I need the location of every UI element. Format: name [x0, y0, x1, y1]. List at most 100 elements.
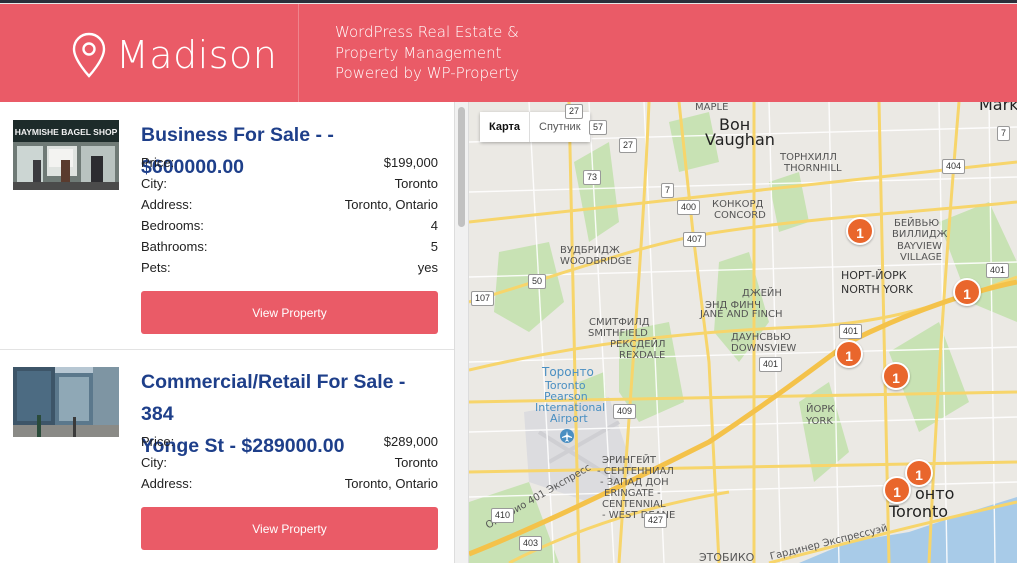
field-label: Pets:: [141, 260, 171, 275]
field-label: Price:: [141, 155, 175, 170]
map-label: ВУДБРИДЖ: [560, 245, 620, 256]
field-city: City: Toronto: [141, 452, 438, 473]
highway-shield: 107: [471, 291, 495, 306]
logo-text: Madison: [116, 33, 278, 77]
property-marker[interactable]: 1: [846, 217, 874, 245]
map-label: ЙОРК: [806, 404, 835, 415]
field-value: $289,000: [383, 434, 438, 449]
field-bedrooms: Bedrooms: 4: [141, 215, 438, 236]
field-price: Price: $289,000: [141, 431, 438, 452]
property-marker[interactable]: 1: [883, 476, 911, 504]
map-label: Vaughan: [705, 130, 775, 149]
highway-shield: 401: [759, 357, 783, 372]
field-pets: Pets: yes: [141, 257, 438, 278]
map-label: Toronto: [889, 502, 949, 521]
field-value: Toronto: [394, 176, 438, 191]
map-view[interactable]: Карта Спутник MAPLE Вон Vaughan Markham …: [469, 102, 1017, 563]
listing-divider: [0, 349, 454, 350]
map-label: ДЖЕЙН: [742, 288, 782, 299]
highway-shield: 403: [519, 536, 543, 551]
map-pin-icon: [72, 32, 106, 78]
field-value: 5: [430, 239, 438, 254]
highway-shield: 57: [589, 120, 608, 135]
view-property-button[interactable]: View Property: [141, 291, 438, 334]
map-label: SMITHFIELD: [588, 328, 648, 339]
property-marker[interactable]: 1: [835, 340, 863, 368]
map-label: - СЕНТЕННИАЛ: [597, 466, 674, 477]
view-property-button[interactable]: View Property: [141, 507, 438, 550]
map-label: THORNHILL: [784, 163, 842, 174]
map-label: СМИТФИЛД: [589, 317, 650, 328]
highway-shield: 427: [644, 513, 668, 528]
field-value: Toronto: [394, 455, 438, 470]
scrollbar-thumb[interactable]: [458, 107, 465, 227]
map-label: ТОРНХИЛЛ: [780, 152, 837, 163]
map-label: NORTH YORK: [841, 283, 913, 296]
map-label: CENTENNIAL: [602, 499, 666, 510]
map-label: WOODBRIDGE: [560, 256, 632, 267]
field-address: Address: Toronto, Ontario: [141, 194, 438, 215]
map-label: MAPLE: [695, 102, 729, 113]
field-label: City:: [141, 176, 167, 191]
map-label: НОРТ-ЙОРК: [841, 269, 907, 282]
header-divider: [298, 4, 299, 102]
field-label: Price:: [141, 434, 175, 449]
map-label: Airport: [550, 412, 588, 425]
map-label: Торонто: [542, 365, 594, 379]
field-label: Address:: [141, 476, 193, 491]
field-label: City:: [141, 455, 167, 470]
map-label: REXDALE: [619, 350, 666, 361]
map-label: YORK: [806, 416, 833, 427]
field-city: City: Toronto: [141, 173, 438, 194]
listing-photo[interactable]: HAYMISHE BAGEL SHOP: [13, 120, 119, 190]
map-label: ВИЛЛИДЖ: [892, 229, 948, 240]
field-value: 4: [430, 218, 438, 233]
map-label: ДАУНСВЬЮ: [731, 332, 791, 343]
map-label: JANE AND FINCH: [700, 309, 783, 320]
field-value: Toronto, Ontario: [344, 476, 438, 491]
field-bathrooms: Bathrooms: 5: [141, 236, 438, 257]
highway-shield: 27: [619, 138, 638, 153]
listings-panel: HAYMISHE BAGEL SHOP Business For Sale - …: [0, 102, 455, 563]
map-label: CONCORD: [714, 210, 766, 221]
map-label: Markham: [979, 102, 1017, 114]
tagline-line: Property Management: [335, 43, 502, 62]
listing-title-line: Commercial/Retail For Sale - 384: [141, 371, 406, 425]
site-tagline: WordPress Real Estate & Property Managem…: [335, 22, 519, 84]
tagline-line: WordPress Real Estate &: [335, 23, 519, 41]
highway-shield: 400: [677, 200, 701, 215]
highway-shield: 407: [683, 232, 707, 247]
field-value: $199,000: [383, 155, 438, 170]
field-label: Bedrooms:: [141, 218, 204, 233]
map-label: DOWNSVIEW: [731, 343, 797, 354]
tagline-line: Powered by WP-Property: [335, 64, 520, 82]
field-label: Bathrooms:: [141, 239, 208, 254]
property-marker[interactable]: 1: [953, 278, 981, 306]
field-label: Address:: [141, 197, 193, 212]
highway-shield: 410: [491, 508, 515, 523]
map-label: БЕЙВЬЮ: [894, 218, 940, 229]
highway-shield: 50: [528, 274, 547, 289]
field-address: Address: Toronto, Ontario: [141, 473, 438, 494]
map-label: ЭРИНГЕЙТ: [602, 455, 657, 466]
listings-scrollbar[interactable]: [455, 102, 469, 563]
highway-shield: 401: [839, 324, 863, 339]
map-type-map-button[interactable]: Карта: [480, 112, 531, 142]
map-label: ERINGATE -: [604, 488, 661, 499]
listing-photo[interactable]: [13, 367, 119, 437]
highway-shield: 7: [661, 183, 675, 198]
map-label: - ЗАПАД ДОН: [600, 477, 669, 488]
site-logo[interactable]: Madison: [72, 32, 277, 78]
map-label: VILLAGE: [900, 252, 942, 263]
map-label: ЭТОБИКО: [699, 551, 755, 563]
airport-icon: [560, 429, 574, 443]
map-label: КОНКОРД: [712, 199, 764, 210]
highway-shield: 404: [942, 159, 966, 174]
site-header: Madison WordPress Real Estate & Property…: [0, 4, 1017, 102]
highway-shield: 7: [997, 126, 1011, 141]
highway-shield: 73: [583, 170, 602, 185]
property-marker[interactable]: 1: [882, 362, 910, 390]
bagel-shop-sign: HAYMISHE BAGEL SHOP: [15, 127, 118, 137]
highway-shield: 401: [986, 263, 1010, 278]
field-value: Toronto, Ontario: [344, 197, 438, 212]
